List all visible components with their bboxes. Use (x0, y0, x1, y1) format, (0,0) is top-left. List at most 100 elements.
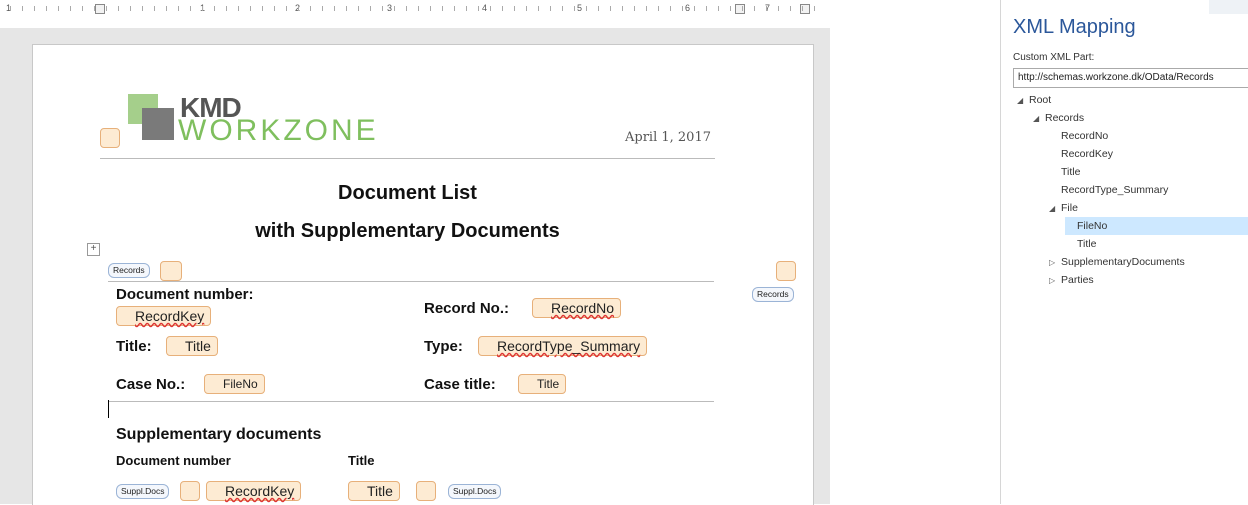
suppl-docs-start-tag[interactable]: Suppl.Docs (116, 484, 170, 499)
ruler-tick (130, 6, 131, 11)
ruler-tick (718, 6, 719, 11)
logo-square-gray (142, 108, 174, 140)
tree-item-recordtype-summary[interactable]: RecordType_Summary (1049, 181, 1168, 199)
ruler-tick (790, 6, 791, 11)
table-move-handle-icon[interactable]: + (87, 243, 100, 256)
ruler-tick (814, 6, 815, 11)
collapse-arrow-icon[interactable]: ▷ (1049, 254, 1061, 272)
ruler-tick (562, 6, 563, 11)
ruler-tick (526, 6, 527, 11)
ruler-tick (610, 6, 611, 11)
tree-item-label: File (1061, 202, 1078, 214)
ruler-tick (442, 6, 443, 11)
ruler-tick (82, 6, 83, 11)
collapse-arrow-icon[interactable]: ▷ (1049, 272, 1061, 290)
tree-item-recordkey[interactable]: RecordKey (1049, 145, 1113, 163)
ruler-tick (694, 6, 695, 11)
ruler-tick (538, 6, 539, 11)
ruler-tick (370, 6, 371, 11)
ruler-tick (154, 6, 155, 11)
ruler-tick (574, 6, 575, 11)
title-label: Title: (116, 338, 152, 355)
right-indent-marker-icon[interactable] (735, 4, 745, 14)
tree-item-label: RecordNo (1061, 130, 1109, 142)
ruler-tick (514, 6, 515, 11)
logo-content-control[interactable] (100, 128, 120, 148)
case-title-label: Case title: (424, 376, 496, 393)
tree-item-label: Title (1061, 166, 1081, 178)
records-repeat-control[interactable] (160, 261, 182, 281)
expand-arrow-icon[interactable]: ◢ (1033, 110, 1045, 128)
ruler-tick (118, 6, 119, 11)
section-divider (108, 401, 714, 402)
ruler-tick (622, 6, 623, 11)
header-divider (100, 158, 715, 159)
tree-item-fileno[interactable]: FileNo (1065, 217, 1248, 235)
title-value: Title (185, 338, 211, 354)
ruler-number: 4 (482, 3, 488, 13)
tree-item-supplementarydocuments[interactable]: ▷ SupplementaryDocuments (1033, 253, 1185, 271)
tree-item-label: Records (1045, 112, 1085, 124)
ruler-tick (634, 6, 635, 11)
tree-item-recordno[interactable]: RecordNo (1049, 127, 1108, 145)
suppl-docs-repeat-control[interactable] (180, 481, 200, 501)
ruler-tick (286, 6, 287, 11)
records-start-tag[interactable]: Records (108, 263, 150, 278)
custom-xml-part-select[interactable]: http://schemas.workzone.dk/OData/Records (1013, 68, 1248, 88)
records-end-tag[interactable]: Records (752, 287, 794, 302)
title-control[interactable]: Title (166, 336, 218, 356)
expand-arrow-icon[interactable]: ◢ (1017, 92, 1029, 110)
ruler-tick (298, 6, 299, 11)
ruler-tick (706, 6, 707, 11)
ruler-tick (142, 6, 143, 11)
suppl-record-key-control[interactable]: RecordKey (206, 481, 302, 501)
horizontal-ruler[interactable]: 1 1 2 3 4 5 6 7 (0, 0, 830, 28)
records-repeat-end[interactable] (776, 261, 796, 281)
ruler-tick (346, 6, 347, 11)
ruler-tick (778, 6, 779, 11)
record-no-control[interactable]: RecordNo (532, 298, 622, 318)
record-no-label: Record No.: (424, 300, 510, 317)
ruler-tick (322, 6, 323, 11)
tree-item-label: FileNo (1077, 220, 1108, 232)
tree-item-records[interactable]: ◢ Records (1033, 109, 1084, 127)
ruler-number: 5 (577, 3, 583, 13)
ruler-tick (754, 6, 755, 11)
ruler-tick (430, 6, 431, 11)
ruler-tick (502, 6, 503, 11)
ruler-tick (406, 6, 407, 11)
tree-item-label: Title (1077, 238, 1097, 250)
indent-marker-icon[interactable] (95, 4, 105, 14)
ruler-tick (70, 6, 71, 11)
suppl-docs-repeat-end[interactable] (416, 481, 436, 501)
supplementary-heading: Supplementary documents (116, 426, 322, 443)
record-no-value: RecordNo (551, 300, 615, 316)
suppl-title-control[interactable]: Title (348, 481, 400, 501)
ruler-tick (478, 6, 479, 11)
ruler-tick (382, 6, 383, 11)
case-title-control[interactable]: Title (518, 374, 567, 394)
case-title-value: Title (537, 377, 560, 391)
ruler-tick (214, 6, 215, 11)
document-title: Document List (338, 182, 477, 204)
record-key-control[interactable]: RecordKey (116, 306, 212, 326)
document-date: April 1, 2017 (625, 130, 711, 145)
suppl-docs-end-tag[interactable]: Suppl.Docs (448, 484, 502, 499)
ruler-tick (742, 6, 743, 11)
tree-item-file-title[interactable]: Title (1065, 235, 1096, 253)
ruler-tick (670, 6, 671, 11)
ruler-tick (166, 6, 167, 11)
tree-item-label: RecordType_Summary (1061, 184, 1169, 196)
ruler-tick (394, 6, 395, 11)
case-no-control[interactable]: FileNo (204, 374, 265, 394)
ruler-tick (310, 6, 311, 11)
tree-item-root[interactable]: ◢ Root (1017, 91, 1051, 109)
ruler-tick (766, 6, 767, 11)
type-control[interactable]: RecordType_Summary (478, 336, 648, 356)
expand-arrow-icon[interactable]: ◢ (1049, 200, 1061, 218)
tree-item-file[interactable]: ◢ File (1049, 199, 1078, 217)
tree-item-parties[interactable]: ▷ Parties (1033, 271, 1094, 289)
ruler-tick (802, 6, 803, 11)
tree-item-title[interactable]: Title (1049, 163, 1080, 181)
document-number-label: Document number: (116, 286, 254, 303)
